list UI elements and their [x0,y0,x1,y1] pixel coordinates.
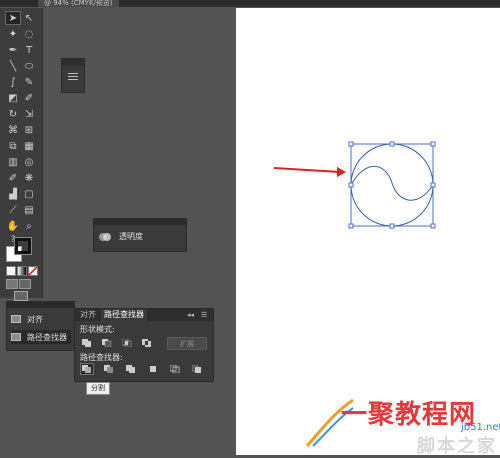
merge-button[interactable] [125,364,137,374]
arrow-to-circle [273,167,341,173]
panel-menu-icon[interactable]: ☰ [201,311,207,319]
shape-modes-label: 形状模式: [80,325,115,334]
watermark: 一聚教程网 jb51.net 脚本之家 [305,390,500,457]
divide-button[interactable] [80,363,94,375]
tab-pathfinder[interactable]: 路径查找器 [101,309,147,321]
exclude-button[interactable] [141,338,153,348]
divide-tooltip: 分割 [86,382,110,395]
intersect-button[interactable] [121,338,133,348]
dock-item-align[interactable]: 对齐 [11,312,71,326]
pathfinder-icon [11,333,21,341]
transparency-label: 透明度 [119,232,143,241]
minus-front-button[interactable] [101,338,113,348]
transparency-icon [99,232,111,241]
transparency-panel[interactable]: 透明度 [93,218,187,252]
tab-align[interactable]: 对齐 [77,309,99,321]
outline-button[interactable] [169,364,181,374]
pathfinder-panel: 对齐 路径查找器 ◂◂ ☰ 形状模式: 扩展 路径查找器: [74,308,214,382]
align-icon [11,315,21,323]
trim-button[interactable] [103,364,115,374]
expand-button[interactable]: 扩展 [167,337,207,350]
annotation-arrows [92,167,346,372]
pathfinders-label: 路径查找器: [80,353,123,362]
dock-item-pathfinder[interactable]: 路径查找器 [11,330,71,344]
watermark-title: 一聚教程网 [341,400,477,430]
watermark-subtitle: 脚本之家 [417,436,497,457]
docked-panel: 对齐 路径查找器 [6,301,75,351]
collapse-icon[interactable]: ◂◂ [187,311,194,319]
crop-button[interactable] [147,364,159,374]
unite-button[interactable] [81,338,93,348]
minus-back-button[interactable] [191,364,203,374]
